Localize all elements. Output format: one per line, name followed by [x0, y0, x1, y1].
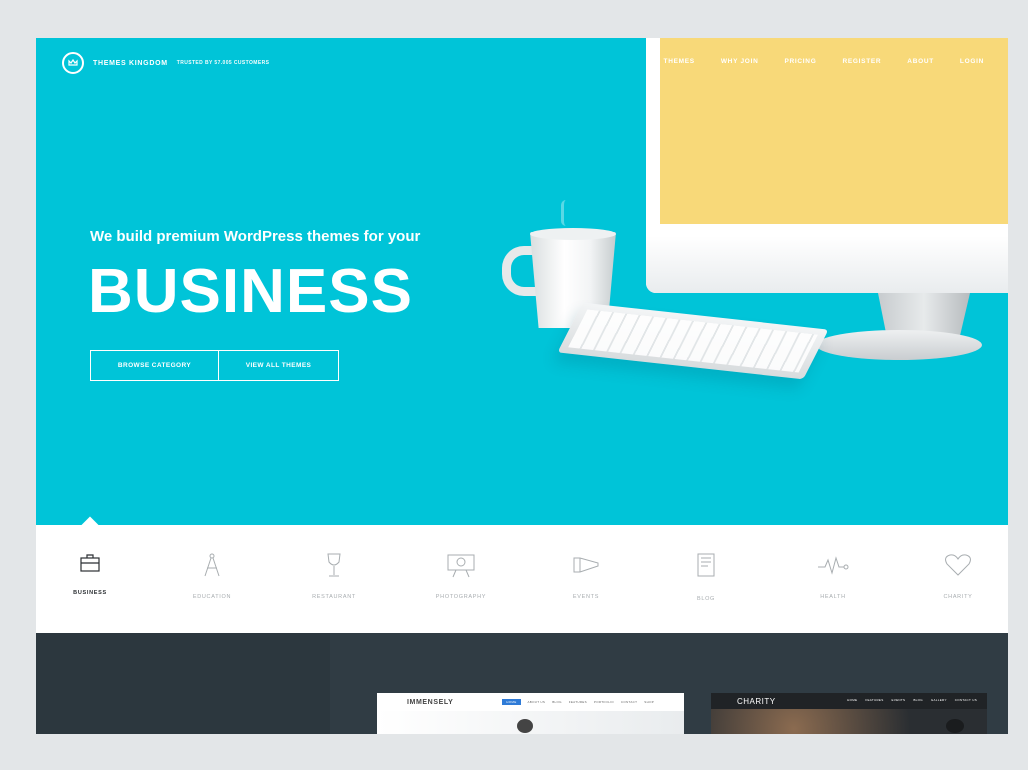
- nav-login[interactable]: LOGIN: [960, 58, 984, 65]
- theme-menu-item: CONTACT: [620, 700, 638, 704]
- brand-tagline: TRUSTED BY 57.005 CUSTOMERS: [176, 60, 270, 66]
- theme-header: IMMENSELY HOME ABOUT US BLOG FEATURES PO…: [377, 693, 684, 711]
- theme-menu-item: FEATURES: [568, 700, 587, 704]
- category-label: RESTAURANT: [312, 594, 356, 600]
- brand-name: THEMES KINGDOM: [93, 59, 168, 67]
- nav-about[interactable]: ABOUT: [907, 58, 934, 65]
- megaphone-icon: [573, 557, 599, 573]
- document-icon: [697, 553, 715, 577]
- view-all-themes-button[interactable]: VIEW ALL THEMES: [219, 350, 339, 381]
- category-label: BLOG: [696, 596, 716, 602]
- category-label: CHARITY: [943, 594, 973, 600]
- nav-why-join[interactable]: WHY JOIN: [721, 58, 759, 65]
- theme-menu-item: EVENTS: [891, 698, 906, 702]
- preview-left-panel: [36, 633, 330, 734]
- category-bar: BUSINESS EDUCATION RESTAURANT PHOTOGRAPH…: [36, 516, 1008, 633]
- monitor-chin: [646, 236, 1008, 293]
- theme-header: CHARITY HOME FEATURES EVENTS BLOG GALLER…: [711, 693, 987, 709]
- category-blog[interactable]: BLOG: [656, 552, 756, 602]
- crown-icon: [62, 52, 84, 74]
- theme-hero-image: [711, 709, 987, 734]
- projector-icon: [447, 554, 475, 578]
- nav-themes[interactable]: THEMES: [664, 58, 695, 65]
- category-events[interactable]: EVENTS: [536, 552, 636, 600]
- category-label: EVENTS: [572, 594, 600, 600]
- nav-pricing[interactable]: PRICING: [784, 58, 816, 65]
- theme-menu-item: FEATURES: [865, 698, 884, 702]
- cup-rim: [530, 228, 616, 240]
- category-education[interactable]: EDUCATION: [162, 552, 262, 600]
- theme-menu-item: PORTFOLIO: [593, 700, 614, 704]
- compass-icon: [204, 553, 220, 577]
- theme-menu-item: GALLERY: [930, 698, 947, 702]
- browse-category-button[interactable]: BROWSE CATEGORY: [90, 350, 219, 381]
- theme-menu-item: SHOP: [644, 700, 654, 704]
- cup-steam: [561, 200, 571, 226]
- category-label: PHOTOGRAPHY: [435, 594, 487, 600]
- category-label: EDUCATION: [192, 594, 232, 600]
- theme-menu: HOME ABOUT US BLOG FEATURES PORTFOLIO CO…: [502, 699, 654, 705]
- monitor-image: [646, 38, 1008, 293]
- hero-intro-text: We build premium WordPress themes for yo…: [90, 228, 421, 245]
- theme-menu-item: HOME: [847, 698, 858, 702]
- category-health[interactable]: HEALTH: [783, 552, 883, 600]
- category-charity[interactable]: CHARITY: [908, 552, 1008, 600]
- theme-menu-item: CONTACT US: [954, 698, 977, 702]
- keyboard-image: [557, 302, 829, 380]
- hero-section: THEMES KINGDOM TRUSTED BY 57.005 CUSTOME…: [36, 38, 1008, 525]
- category-photography[interactable]: PHOTOGRAPHY: [411, 552, 511, 600]
- heart-icon: [945, 554, 971, 576]
- theme-card-charity[interactable]: CHARITY HOME FEATURES EVENTS BLOG GALLER…: [711, 693, 987, 734]
- monitor-stand-base: [816, 330, 982, 360]
- theme-logo: IMMENSELY: [407, 698, 454, 706]
- category-label: BUSINESS: [73, 590, 107, 596]
- theme-menu: HOME FEATURES EVENTS BLOG GALLERY CONTAC…: [847, 698, 977, 702]
- category-label: HEALTH: [820, 594, 846, 600]
- theme-menu-item: ABOUT US: [527, 700, 546, 704]
- brand-logo-link[interactable]: THEMES KINGDOM TRUSTED BY 57.005 CUSTOME…: [62, 52, 269, 74]
- page-frame: THEMES KINGDOM TRUSTED BY 57.005 CUSTOME…: [36, 38, 1008, 734]
- theme-preview-section: IMMENSELY HOME ABOUT US BLOG FEATURES PO…: [36, 633, 1008, 734]
- theme-logo: CHARITY: [737, 696, 776, 706]
- theme-menu-item: BLOG: [552, 700, 562, 704]
- category-business[interactable]: BUSINESS: [40, 552, 140, 596]
- hero-buttons: BROWSE CATEGORY VIEW ALL THEMES: [90, 350, 339, 381]
- heartbeat-icon: [818, 556, 849, 575]
- nav-register[interactable]: REGISTER: [842, 58, 881, 65]
- briefcase-icon: [80, 554, 100, 572]
- main-nav: THEMES WHY JOIN PRICING REGISTER ABOUT L…: [664, 58, 984, 65]
- wine-glass-icon: [327, 553, 341, 577]
- theme-menu-item: BLOG: [913, 698, 923, 702]
- theme-card-immensely[interactable]: IMMENSELY HOME ABOUT US BLOG FEATURES PO…: [377, 693, 684, 734]
- theme-menu-item: HOME: [502, 699, 521, 705]
- theme-hero-image: [377, 711, 684, 734]
- monitor-screen: [660, 38, 1008, 224]
- hero-headline: BUSINESS: [88, 257, 413, 326]
- category-restaurant[interactable]: RESTAURANT: [284, 552, 384, 600]
